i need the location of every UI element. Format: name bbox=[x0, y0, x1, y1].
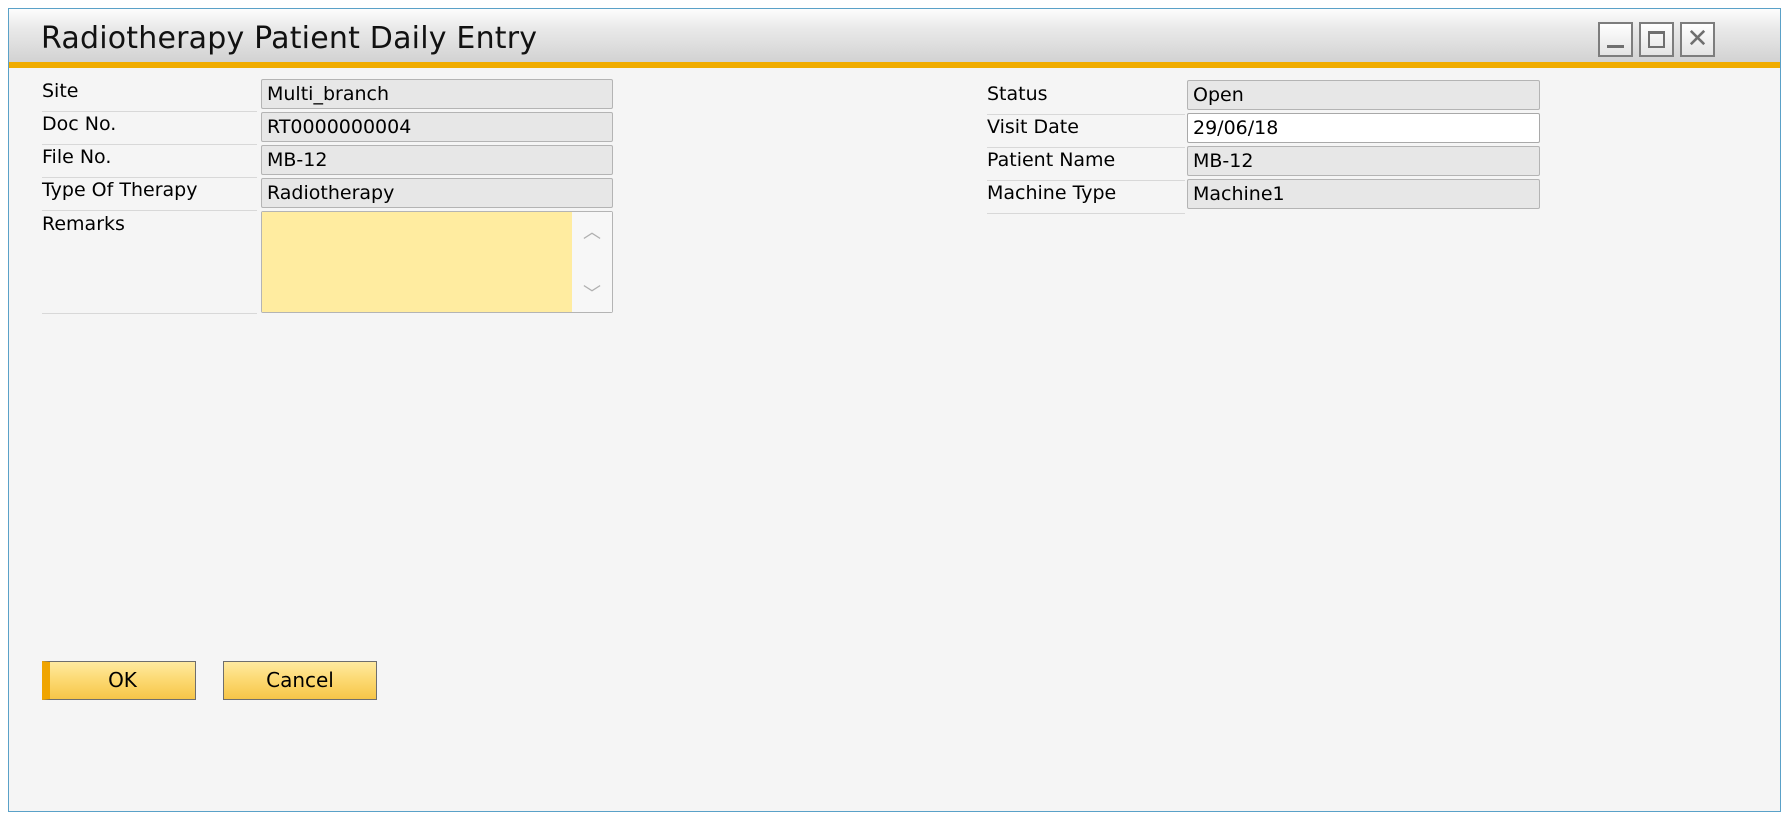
close-icon: ✕ bbox=[1686, 24, 1709, 54]
close-button[interactable]: ✕ bbox=[1680, 22, 1715, 57]
title-bar[interactable]: Radiotherapy Patient Daily Entry ✕ bbox=[9, 9, 1780, 68]
window-title: Radiotherapy Patient Daily Entry bbox=[41, 21, 538, 56]
site-label: Site bbox=[42, 80, 257, 112]
patient-name-field[interactable]: MB-12 bbox=[1187, 146, 1540, 176]
visit-date-field[interactable]: 29/06/18 bbox=[1187, 113, 1540, 143]
minimize-button[interactable] bbox=[1598, 22, 1633, 57]
maximize-icon bbox=[1648, 31, 1665, 48]
remarks-textarea[interactable]: ︿ ﹀ bbox=[261, 211, 613, 313]
ok-button[interactable]: OK bbox=[42, 661, 196, 700]
patient-name-label: Patient Name bbox=[987, 149, 1185, 181]
cancel-button[interactable]: Cancel bbox=[223, 661, 377, 700]
scroll-down-icon[interactable]: ﹀ bbox=[572, 280, 612, 306]
file-no-label: File No. bbox=[42, 146, 257, 178]
visit-date-label: Visit Date bbox=[987, 116, 1185, 148]
machine-type-field[interactable]: Machine1 bbox=[1187, 179, 1540, 209]
status-label: Status bbox=[987, 83, 1185, 115]
site-field[interactable]: Multi_branch bbox=[261, 79, 613, 109]
type-of-therapy-label: Type Of Therapy bbox=[42, 179, 257, 211]
remarks-scrollbar[interactable]: ︿ ﹀ bbox=[572, 212, 612, 312]
maximize-button[interactable] bbox=[1639, 22, 1674, 57]
remarks-text[interactable] bbox=[262, 212, 572, 312]
form-window: Radiotherapy Patient Daily Entry ✕ Site … bbox=[8, 8, 1781, 812]
minimize-icon bbox=[1607, 45, 1624, 48]
remarks-label: Remarks bbox=[42, 213, 257, 314]
type-of-therapy-field[interactable]: Radiotherapy bbox=[261, 178, 613, 208]
file-no-field[interactable]: MB-12 bbox=[261, 145, 613, 175]
doc-no-field[interactable]: RT0000000004 bbox=[261, 112, 613, 142]
machine-type-label: Machine Type bbox=[987, 182, 1185, 214]
status-field[interactable]: Open bbox=[1187, 80, 1540, 110]
scroll-up-icon[interactable]: ︿ bbox=[572, 218, 612, 244]
doc-no-label: Doc No. bbox=[42, 113, 257, 145]
